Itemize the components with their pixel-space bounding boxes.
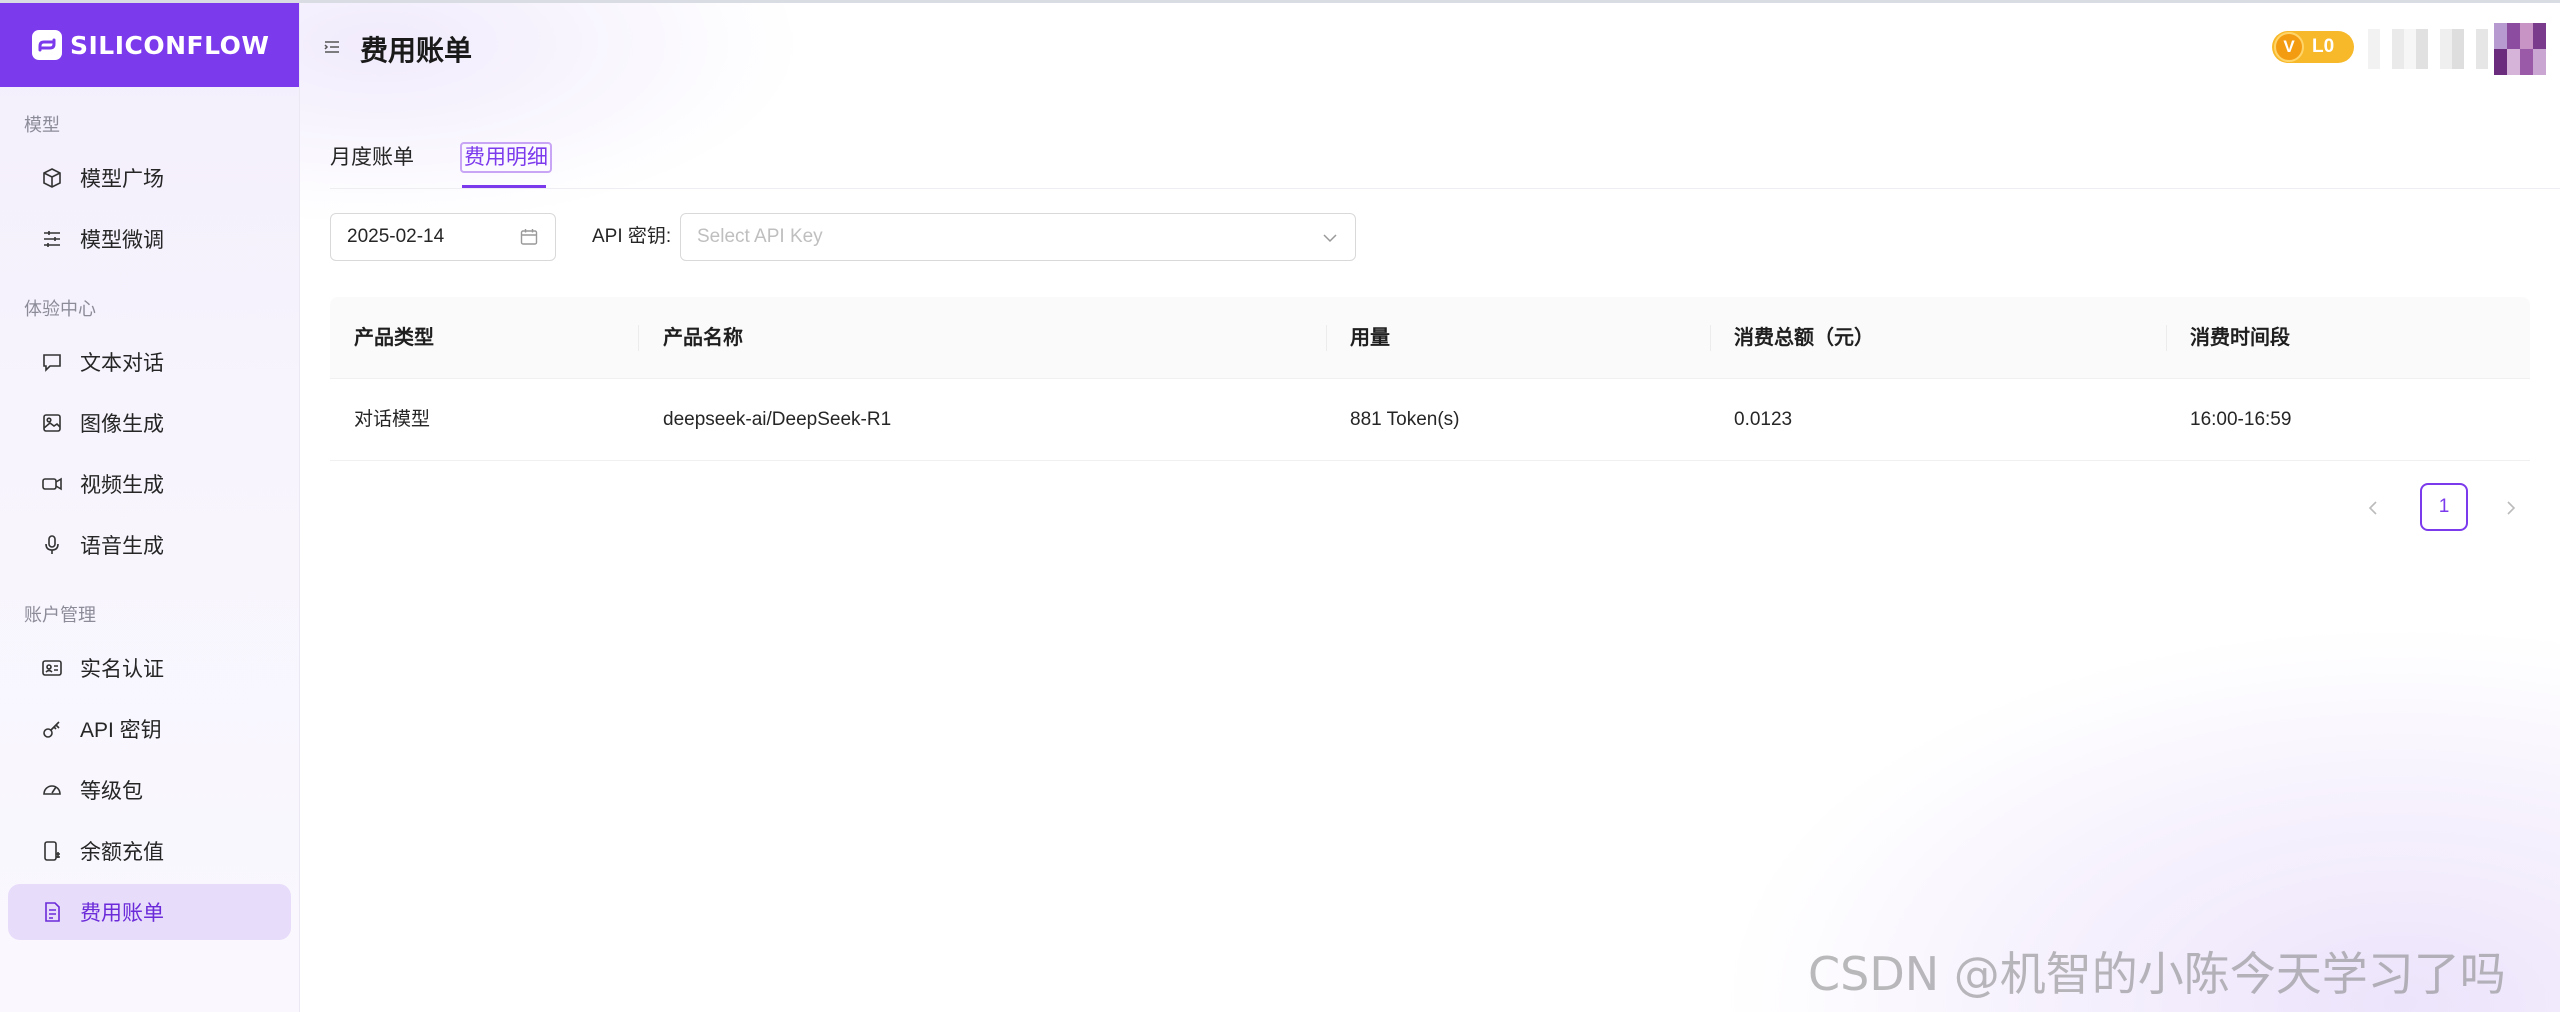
- nav-group-title-models: 模型: [24, 115, 60, 135]
- sidebar-item-text-chat[interactable]: 文本对话: [8, 334, 291, 390]
- pagination: 1: [2358, 483, 2558, 533]
- sidebar-item-label: 语音生成: [80, 535, 164, 558]
- level-text: L0: [2312, 36, 2335, 57]
- column-divider: [1326, 325, 1327, 351]
- cell-product-type: 对话模型: [354, 409, 431, 430]
- api-key-placeholder: Select API Key: [697, 226, 823, 247]
- sidebar-item-model-square[interactable]: 模型广场: [8, 150, 291, 206]
- column-divider: [1710, 325, 1711, 351]
- sidebar-item-label: 视频生成: [80, 474, 164, 497]
- column-header: 用量: [1350, 327, 1390, 349]
- sidebar-item-image-gen[interactable]: 图像生成: [8, 395, 291, 451]
- column-header: 消费时间段: [2190, 327, 2290, 349]
- chevron-left-icon[interactable]: [2358, 493, 2388, 523]
- tab-label: 月度账单: [330, 146, 414, 169]
- level-badge[interactable]: V L0: [2272, 31, 2354, 63]
- tab-label: 费用明细: [460, 142, 552, 173]
- sidebar-item-label: 模型广场: [80, 168, 164, 191]
- brand-bar[interactable]: SILICONFLOW: [0, 3, 299, 87]
- tab-active-indicator: [462, 185, 546, 188]
- window-top-border: [0, 0, 2560, 3]
- sidebar-item-label: 等级包: [80, 780, 143, 803]
- sidebar-item-label: 实名认证: [80, 658, 164, 681]
- microphone-icon: [40, 533, 64, 557]
- date-picker[interactable]: 2025-02-14: [330, 213, 556, 261]
- sidebar-item-label: 模型微调: [80, 229, 164, 252]
- page-title: 费用账单: [360, 35, 473, 66]
- chevron-right-icon[interactable]: [2496, 493, 2526, 523]
- sidebar: SILICONFLOW 模型 模型广场 模型微调 体验中心 文本对话 图像生成 …: [0, 3, 300, 1012]
- user-name-blurred: [2368, 29, 2488, 69]
- sidebar-item-label: API 密钥: [80, 719, 162, 742]
- siliconflow-logo-icon: [32, 30, 62, 60]
- nav-group-title-playground: 体验中心: [24, 299, 96, 319]
- table-header: 产品类型 产品名称 用量 消费总额（元） 消费时间段: [330, 297, 2530, 379]
- tab-monthly-bill[interactable]: 月度账单: [330, 137, 414, 179]
- column-divider: [638, 325, 639, 351]
- sidebar-item-label: 文本对话: [80, 352, 164, 375]
- billing-tabs: 月度账单 费用明细: [330, 131, 2560, 189]
- gauge-icon: [40, 778, 64, 802]
- sidebar-item-recharge[interactable]: 余额充值: [8, 823, 291, 879]
- sliders-icon: [40, 227, 64, 251]
- sidebar-item-billing[interactable]: 费用账单: [8, 884, 291, 940]
- watermark: CSDN @机智的小陈今天学习了吗: [1808, 947, 2506, 1001]
- sidebar-item-verification[interactable]: 实名认证: [8, 640, 291, 696]
- cube-icon: [40, 166, 64, 190]
- wallet-icon: [40, 839, 64, 863]
- nav-group-title-account: 账户管理: [24, 605, 96, 625]
- cell-usage: 881 Token(s): [1350, 409, 1460, 430]
- cell-time-range: 16:00-16:59: [2190, 409, 2292, 430]
- sidebar-item-label: 费用账单: [80, 902, 164, 925]
- cell-total-cost: 0.0123: [1734, 409, 1793, 430]
- id-card-icon: [40, 656, 64, 680]
- chevron-down-icon: [1321, 229, 1339, 247]
- column-header: 产品名称: [663, 327, 743, 349]
- api-key-label: API 密钥:: [592, 226, 672, 247]
- column-header: 产品类型: [354, 327, 434, 349]
- page-number-current[interactable]: 1: [2420, 483, 2468, 531]
- avatar[interactable]: [2494, 23, 2546, 75]
- main-content: 费用账单 V L0 月度账单 费用明细 2025-02-14 API 密钥: S…: [300, 3, 2560, 1012]
- menu-collapse-icon[interactable]: [322, 37, 342, 57]
- bill-icon: [40, 900, 64, 924]
- calendar-icon: [519, 227, 539, 247]
- sidebar-item-fine-tune[interactable]: 模型微调: [8, 211, 291, 267]
- header: 费用账单 V L0: [300, 3, 2560, 93]
- column-divider: [2166, 325, 2167, 351]
- image-icon: [40, 411, 64, 435]
- chat-bubble-icon: [40, 350, 64, 374]
- cost-details-table: 产品类型 产品名称 用量 消费总额（元） 消费时间段 对话模型 deepseek…: [330, 297, 2530, 461]
- tab-cost-details[interactable]: 费用明细: [460, 137, 552, 179]
- sidebar-item-level-pack[interactable]: 等级包: [8, 762, 291, 818]
- key-icon: [40, 717, 64, 741]
- sidebar-item-label: 图像生成: [80, 413, 164, 436]
- table-row: 对话模型 deepseek-ai/DeepSeek-R1 881 Token(s…: [330, 379, 2530, 461]
- api-key-select[interactable]: Select API Key: [680, 213, 1356, 261]
- video-camera-icon: [40, 472, 64, 496]
- filters: 2025-02-14 API 密钥: Select API Key: [330, 213, 1430, 261]
- vip-icon: V: [2274, 32, 2304, 62]
- sidebar-item-label: 余额充值: [80, 841, 164, 864]
- sidebar-item-api-keys[interactable]: API 密钥: [8, 701, 291, 757]
- date-value: 2025-02-14: [347, 226, 445, 247]
- sidebar-item-audio-gen[interactable]: 语音生成: [8, 517, 291, 573]
- sidebar-item-video-gen[interactable]: 视频生成: [8, 456, 291, 512]
- cell-product-name: deepseek-ai/DeepSeek-R1: [663, 409, 892, 430]
- column-header: 消费总额（元）: [1734, 327, 1874, 349]
- brand-name: SILICONFLOW: [70, 30, 270, 60]
